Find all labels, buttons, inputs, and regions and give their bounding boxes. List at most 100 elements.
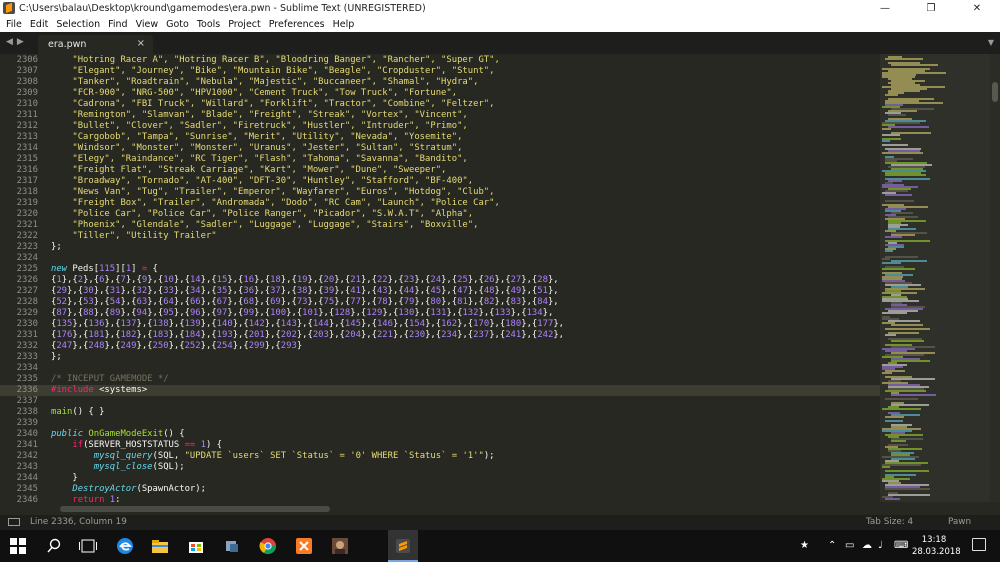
code-line[interactable]: 2325 new Peds[115][1] = { — [0, 264, 158, 275]
code-line[interactable]: 2318 "News Van", "Tug", "Trailer", "Empe… — [0, 187, 495, 198]
code-line[interactable]: 2346 return 1; — [0, 495, 121, 502]
code-token: },{ — [136, 319, 153, 329]
code-line[interactable]: 2308 "Tanker", "Roadtrain", "Nebula", "M… — [0, 77, 479, 88]
vertical-scrollbar[interactable] — [990, 54, 1000, 502]
chrome-icon[interactable] — [258, 536, 278, 556]
maximize-button[interactable]: ❐ — [908, 0, 954, 16]
panel-toggle-icon[interactable] — [8, 518, 20, 526]
code-line[interactable]: 2343 mysql_close(SQL); — [0, 462, 185, 473]
code-line[interactable]: 2338 main() { } — [0, 407, 105, 418]
code-line[interactable]: 2329 {87},{88},{89},{94},{95},{96},{97},{… — [0, 308, 554, 319]
code-line[interactable]: 2333}; — [0, 352, 62, 363]
code-token: },{ — [227, 286, 244, 296]
close-window-button[interactable]: ✕ — [954, 0, 1000, 16]
code-line[interactable]: 2322 "Tiller", "Utility Trailer" — [0, 231, 217, 242]
code-line[interactable]: 2320 "Police Car", "Police Car", "Police… — [0, 209, 474, 220]
menu-selection[interactable]: Selection — [52, 19, 104, 30]
code-line[interactable]: 2328 {52},{53},{54},{63},{64},{66},{67},{… — [0, 297, 559, 308]
code-token: 63 — [136, 297, 148, 307]
code-line[interactable]: 2309 "FCR-900", "NRG-500", "HPV1000", "C… — [0, 88, 457, 99]
game-app-icon[interactable] — [330, 536, 350, 556]
menu-tools[interactable]: Tools — [193, 19, 224, 30]
code-token: 131 — [430, 308, 447, 318]
task-view-icon[interactable] — [78, 536, 98, 556]
app-cube-icon[interactable] — [222, 536, 242, 556]
minimap[interactable] — [880, 54, 990, 502]
action-center-icon[interactable] — [972, 538, 986, 551]
clock[interactable]: 13:18 28.03.2018 — [912, 534, 961, 558]
code-line[interactable]: 2323}; — [0, 242, 62, 253]
show-hidden-icons[interactable]: ⌃ — [828, 540, 836, 551]
store-icon[interactable] — [186, 536, 206, 556]
code-line[interactable]: 2314 "Windsor", "Monster", "Monster", "U… — [0, 143, 463, 154]
code-line[interactable]: 2332 {247},{248},{249},{250},{252},{254},… — [0, 341, 303, 352]
battery-icon[interactable]: ▭ — [845, 540, 854, 551]
tab-next-icon[interactable]: ▶ — [17, 37, 24, 47]
code-line[interactable]: 2330 {135},{136},{137},{138},{139},{140},… — [0, 319, 564, 330]
tab-size[interactable]: Tab Size: 4 — [866, 517, 913, 527]
code-line[interactable]: 2313 "Cargobob", "Tampa", "Sunrise", "Me… — [0, 132, 463, 143]
line-code: {1},{2},{6},{7},{9},{10},{14},{15},{16},… — [38, 275, 559, 286]
code-line[interactable]: 2312 "Bullet", "Clover", "Sadler", "Fire… — [0, 121, 468, 132]
menu-view[interactable]: View — [132, 19, 163, 30]
tab-era-pwn[interactable]: era.pwn × — [38, 35, 153, 54]
file-explorer-icon[interactable] — [150, 536, 170, 556]
code-line[interactable]: 2339 — [0, 418, 51, 429]
code-editor[interactable]: 2306 "Hotring Racer A", "Hotring Racer B… — [0, 54, 880, 502]
horizontal-scrollbar[interactable] — [0, 502, 880, 515]
menu-edit[interactable]: Edit — [26, 19, 52, 30]
code-token: "FCR-900", "NRG-500", "HPV1000", "Cement… — [51, 88, 458, 98]
code-line[interactable]: 2345 DestroyActor(SpawnActor); — [0, 484, 206, 495]
code-line[interactable]: 2319 "Freight Box", "Trailer", "Andromad… — [0, 198, 500, 209]
code-line[interactable]: 2324 — [0, 253, 51, 264]
code-token: },{ — [350, 308, 367, 318]
edge-browser-icon[interactable] — [115, 536, 135, 556]
code-line[interactable]: 2321 "Phoenix", "Glendale", "Sadler", "L… — [0, 220, 479, 231]
code-line[interactable]: 2315 "Elegy", "Raindance", "RC Tiger", "… — [0, 154, 468, 165]
minimize-button[interactable]: — — [862, 0, 908, 16]
code-line[interactable]: 2340 public OnGameModeExit() { — [0, 429, 185, 440]
menu-find[interactable]: Find — [104, 19, 131, 30]
menu-project[interactable]: Project — [224, 19, 265, 30]
menu-help[interactable]: Help — [329, 19, 359, 30]
code-line[interactable]: 2310 "Cadrona", "FBI Truck", "Willard", … — [0, 99, 495, 110]
code-line[interactable]: 2334 — [0, 363, 51, 374]
code-line[interactable]: 2337 — [0, 396, 51, 407]
code-token: },{ — [296, 330, 313, 340]
cloud-icon[interactable]: ☁ — [862, 540, 872, 551]
people-icon[interactable]: ★ — [800, 540, 809, 551]
minimap-line — [882, 312, 907, 314]
code-line[interactable]: 2307 "Elegant", "Journey", "Bike", "Moun… — [0, 66, 495, 77]
menu-goto[interactable]: Goto — [162, 19, 193, 30]
tab-prev-icon[interactable]: ◀ — [6, 37, 13, 47]
code-token: },{ — [446, 308, 463, 318]
syntax-selector[interactable]: Pawn — [948, 517, 971, 527]
code-line[interactable]: 2344 } — [0, 473, 78, 484]
start-button[interactable] — [8, 536, 28, 556]
menu-preferences[interactable]: Preferences — [265, 19, 329, 30]
code-token: },{ — [200, 308, 217, 318]
code-line[interactable]: 2327 {29},{30},{31},{32},{33},{34},{35},{… — [0, 286, 559, 297]
vertical-scroll-thumb[interactable] — [992, 82, 998, 102]
code-line[interactable]: 2336 #include <systems> — [0, 385, 880, 396]
tab-close-icon[interactable]: × — [137, 38, 145, 49]
line-code: main() { } — [38, 407, 104, 418]
code-line[interactable]: 2335 /* INCEPUT GAMEMODE */ — [0, 374, 169, 385]
code-line[interactable]: 2331 {176},{181},{182},{183},{184},{193},… — [0, 330, 564, 341]
code-line[interactable]: 2317 "Broadway", "Tornado", "AT-400", "D… — [0, 176, 474, 187]
xampp-icon[interactable] — [294, 536, 314, 556]
tab-dropdown-icon[interactable]: ▼ — [988, 38, 994, 47]
code-line[interactable]: 2311 "Remington", "Slamvan", "Blade", "F… — [0, 110, 468, 121]
code-line[interactable]: 2316 "Freight Flat", "Streak Carriage", … — [0, 165, 447, 176]
code-line[interactable]: 2326 {1},{2},{6},{7},{9},{10},{14},{15},{… — [0, 275, 559, 286]
code-line[interactable]: 2341 if(SERVER_HOSTSTATUS == 1) { — [0, 440, 222, 451]
code-line[interactable]: 2342 mysql_query(SQL, "UPDATE `users` SE… — [0, 451, 495, 462]
code-token: 95 — [163, 308, 174, 318]
keyboard-icon[interactable]: ⌨ — [894, 540, 908, 551]
sublime-taskbar-icon[interactable] — [393, 536, 413, 556]
horizontal-scroll-thumb[interactable] — [60, 506, 330, 512]
volume-icon[interactable]: ♩ — [878, 540, 883, 551]
search-icon[interactable] — [44, 536, 64, 556]
menu-file[interactable]: File — [2, 19, 26, 30]
code-line[interactable]: 2306 "Hotring Racer A", "Hotring Racer B… — [0, 55, 500, 66]
